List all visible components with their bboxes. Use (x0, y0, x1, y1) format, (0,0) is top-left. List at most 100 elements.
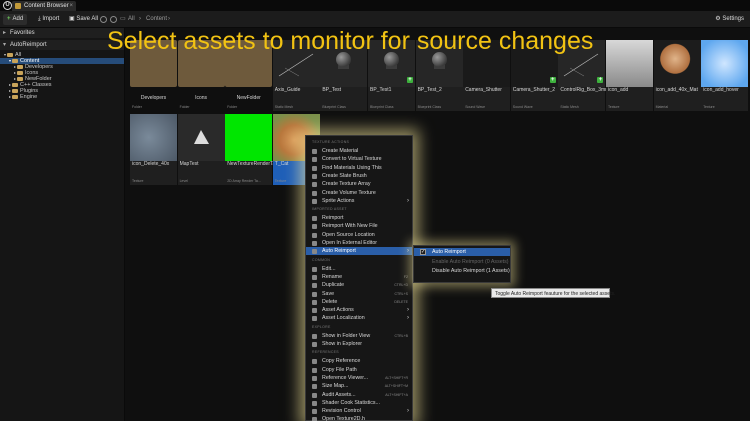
tree-expand-icon[interactable]: ▾ (9, 58, 11, 63)
favorites-header[interactable]: Favorites (0, 28, 124, 38)
menu-item[interactable]: Create Texture Array (306, 180, 412, 188)
folder-tree: ▾ All ▾ Content ▸ Developers ▸ Icons ▸ NewFolder ▸… (0, 52, 124, 100)
menu-item-label: Show in Folder View (322, 332, 371, 339)
headline-caption: Select assets to monitor for source chan… (107, 27, 594, 55)
submenu-arrow-icon: › (407, 248, 409, 255)
menu-item[interactable]: Open In External Editor (306, 239, 412, 247)
menu-item[interactable]: Create Volume Texture (306, 189, 412, 197)
settings-button[interactable]: ⚙ Settings (715, 14, 744, 25)
menu-item-icon (312, 283, 317, 289)
menu-item-label: Create Material (322, 148, 359, 154)
folder-icon: ▭ (120, 16, 126, 22)
history-back-icon[interactable] (100, 16, 107, 23)
add-badge-icon: + (549, 77, 556, 83)
asset-type: Sound Wave (465, 105, 486, 109)
content-browser-tab-icon (15, 3, 21, 9)
asset-type: Texture (274, 179, 287, 183)
folder-icon (17, 76, 24, 81)
submenu-item[interactable]: Disable Auto Reimport (1 Assets) (414, 267, 510, 275)
project-header[interactable]: AutoReimport (0, 40, 124, 50)
menu-item[interactable]: Audit Assets... ALT+SHIFT+A (306, 391, 412, 399)
menu-item[interactable]: Create Material (306, 147, 412, 155)
menu-item[interactable]: Shader Cook Statistics... (306, 399, 412, 407)
menu-item[interactable]: Size Map... ALT+SHIFT+M (306, 382, 412, 390)
add-button[interactable]: + Add (3, 14, 28, 25)
asset-type: Blueprint Class (322, 105, 346, 109)
asset-name: icon_add_40x_Mat (655, 87, 698, 93)
asset-tile[interactable]: icon_add Texture (606, 40, 653, 111)
menu-item[interactable]: Reimport With New File (306, 222, 412, 230)
menu-section-header: TEXTURE ACTIONS (312, 140, 350, 144)
menu-item[interactable]: Open Source Location (306, 231, 412, 239)
menu-item[interactable]: Rename F2 (306, 273, 412, 281)
menu-item[interactable]: Asset Localization › (306, 314, 412, 322)
tree-item[interactable]: ▸ Engine (0, 94, 124, 100)
menu-item[interactable]: Reference Viewer... ALT+SHIFT+R (306, 374, 412, 382)
add-plus-icon: + (7, 16, 11, 22)
asset-tile[interactable]: icon_Delete_40x Texture (130, 114, 177, 185)
breadcrumb-separator-icon: › (168, 16, 170, 22)
menu-item-icon (312, 392, 317, 398)
folder-icon (12, 82, 19, 87)
breadcrumb-all[interactable]: All (128, 14, 135, 25)
asset-type: Folder (179, 105, 190, 109)
asset-type: Texture (608, 105, 620, 109)
asset-tile[interactable]: MapTest Level (177, 114, 225, 185)
import-button[interactable]: ⤓ Import (34, 14, 63, 25)
asset-tile[interactable]: icon_add_hover Texture (701, 40, 749, 111)
tree-expand-icon[interactable]: ▾ (4, 52, 6, 57)
tree-expand-icon[interactable]: ▸ (14, 76, 16, 81)
history-forward-icon[interactable] (110, 16, 117, 23)
menu-item-icon (312, 157, 317, 163)
menu-item[interactable]: Revision Control › (306, 407, 412, 415)
menu-item[interactable]: Delete DELETE (306, 298, 412, 306)
menu-item[interactable]: Create Slate Brush (306, 172, 412, 180)
asset-type: Folder (132, 105, 142, 109)
tree-expand-icon[interactable]: ▸ (9, 94, 11, 99)
menu-item-icon (312, 359, 317, 365)
menu-item[interactable]: Reimport (306, 214, 412, 222)
tab-close-icon[interactable]: × (69, 1, 73, 11)
material-orb-icon (653, 40, 701, 87)
menu-item-label: Reference Viewer... (322, 374, 369, 381)
menu-item-shortcut: CTRL+D (394, 283, 408, 288)
submenu-item[interactable]: ✓ Auto Reimport (414, 248, 510, 256)
tree-expand-icon[interactable]: ▸ (9, 88, 11, 93)
asset-tile[interactable]: NewTextureRenderTarget2DArray 2D Array Re… (225, 114, 303, 185)
asset-type: 2D Array Render Ta... (227, 179, 261, 183)
menu-item[interactable]: Open Texture2D.h (306, 415, 412, 421)
asset-name: BP_Test_2 (417, 87, 442, 93)
tree-expand-icon[interactable]: ▸ (9, 82, 11, 87)
menu-item[interactable]: Duplicate CTRL+D (306, 281, 412, 289)
asset-tile[interactable]: icon_add_40x_Mat Material (653, 40, 701, 111)
menu-item-icon (312, 400, 317, 406)
menu-item-icon (312, 333, 317, 339)
menu-item-label: Convert to Virtual Texture (322, 156, 382, 163)
sources-panel: Favorites AutoReimport ▾All▾Content▸Deve… (0, 28, 125, 421)
breadcrumb-content[interactable]: Content (146, 14, 167, 25)
menu-item[interactable]: Find Materials Using This (306, 164, 412, 172)
menu-item[interactable]: Edit... (306, 265, 412, 273)
menu-item[interactable]: Copy File Path (306, 366, 412, 374)
save-all-button[interactable]: ▣ Save All (65, 14, 102, 25)
menu-item[interactable]: Convert to Virtual Texture (306, 155, 412, 163)
menu-item[interactable]: Show in Explorer (306, 340, 412, 348)
menu-item[interactable]: Auto Reimport › (306, 247, 412, 256)
menu-item[interactable]: Show in Folder View CTRL+B (306, 332, 412, 340)
tree-expand-icon[interactable]: ▸ (14, 70, 16, 75)
menu-item[interactable]: Copy Reference (306, 357, 412, 365)
asset-type: Folder (227, 105, 238, 109)
menu-item-label: Asset Localization (322, 315, 365, 322)
asset-name: NewTextureRenderTarget2DArray (227, 161, 303, 167)
menu-item-label: Create Slate Brush (322, 172, 367, 179)
tab-content-browser[interactable]: Content Browser × (12, 1, 76, 11)
checkbox-checked-icon[interactable]: ✓ (420, 249, 426, 255)
menu-item[interactable]: Save CTRL+S (306, 290, 412, 298)
menu-item[interactable]: Asset Actions › (306, 306, 412, 314)
tree-expand-icon[interactable]: ▸ (14, 64, 16, 69)
menu-item-label: Duplicate (322, 282, 345, 289)
menu-item-label: Size Map... (322, 383, 349, 390)
folder-icon (17, 64, 24, 69)
menu-item-icon (312, 316, 317, 322)
menu-item[interactable]: Sprite Actions › (306, 197, 412, 205)
